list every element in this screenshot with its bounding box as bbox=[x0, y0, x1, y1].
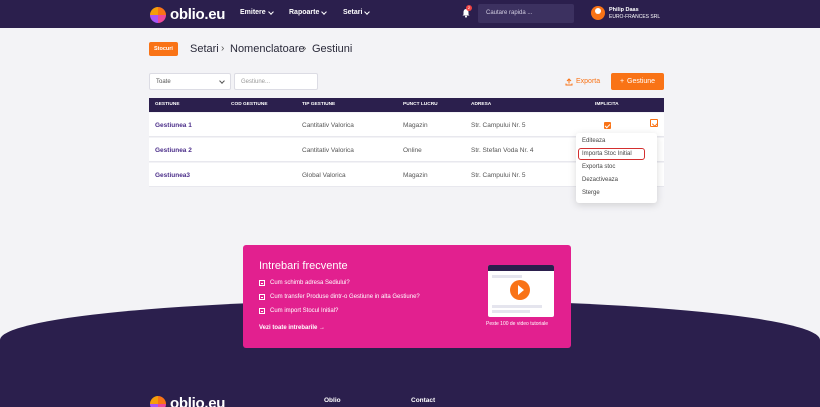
menu-item-dezactiveaza[interactable]: Dezactiveaza bbox=[582, 177, 618, 183]
gestiune-name-link[interactable]: Gestiunea3 bbox=[155, 172, 190, 179]
gestiune-search-input[interactable]: Gestiune... bbox=[234, 73, 318, 90]
arrow-right-icon: → bbox=[319, 325, 326, 331]
breadcrumb-separator: › bbox=[303, 43, 307, 54]
column-header-gestiune[interactable]: GESTIUNE bbox=[155, 102, 180, 107]
nav-rapoarte[interactable]: Rapoarte bbox=[289, 8, 328, 16]
video-tutorial-thumbnail[interactable] bbox=[488, 265, 554, 317]
faq-card: Intrebari frecvente Cum schimb adresa Se… bbox=[243, 245, 571, 348]
faq-question[interactable]: Cum schimb adresa Sediului? bbox=[259, 280, 350, 286]
expand-icon bbox=[259, 294, 265, 300]
gestiune-name-link[interactable]: Gestiunea 2 bbox=[155, 147, 192, 154]
menu-item-importa-stoc[interactable]: Importa Stoc Initial bbox=[582, 151, 632, 157]
row-actions-menu: Editeaza Importa Stoc Initial Exporta st… bbox=[576, 133, 657, 203]
add-gestiune-button[interactable]: + Gestiune bbox=[611, 73, 664, 90]
faq-see-all-label: Vezi toate intrebarile bbox=[259, 325, 318, 331]
faq-question[interactable]: Cum import Stocul Initial? bbox=[259, 308, 338, 314]
add-gestiune-label: Gestiune bbox=[627, 78, 656, 85]
faq-question[interactable]: Cum transfer Produse dintr-o Gestiune in… bbox=[259, 294, 420, 300]
faq-see-all-link[interactable]: Vezi toate intrebarile → bbox=[259, 325, 325, 331]
faq-title: Intrebari frecvente bbox=[259, 260, 348, 272]
menu-item-sterge[interactable]: Sterge bbox=[582, 190, 600, 196]
gestiune-adresa: Str. Stefan Voda Nr. 4 bbox=[471, 147, 534, 154]
breadcrumb-nomenclatoare[interactable]: Nomenclatoare bbox=[230, 42, 305, 56]
row-actions-toggle-icon[interactable] bbox=[650, 119, 658, 127]
footer-brand-name: oblio.eu bbox=[170, 395, 226, 407]
breadcrumb-separator: › bbox=[221, 43, 225, 54]
faq-question-text: Cum import Stocul Initial? bbox=[270, 308, 339, 314]
gestiune-type: Cantitativ Valorica bbox=[302, 122, 354, 129]
expand-icon bbox=[259, 308, 265, 314]
column-header-cod[interactable]: COD GESTIUNE bbox=[231, 102, 268, 107]
nav-emitere[interactable]: Emitere bbox=[240, 8, 274, 16]
chevron-down-icon bbox=[321, 8, 328, 15]
user-avatar[interactable] bbox=[591, 6, 605, 20]
faq-question-text: Cum schimb adresa Sediului? bbox=[270, 280, 350, 286]
breadcrumb-stocuri-badge[interactable]: Stocuri bbox=[149, 42, 178, 56]
menu-item-exporta-stoc[interactable]: Exporta stoc bbox=[582, 164, 615, 170]
breadcrumb-gestiuni: Gestiuni bbox=[312, 43, 353, 55]
menu-item-editeaza[interactable]: Editeaza bbox=[582, 138, 605, 144]
status-filter-value: Toate bbox=[156, 79, 171, 85]
quick-search-input[interactable]: Cautare rapida ... bbox=[478, 4, 574, 23]
video-thumbnail-line bbox=[492, 310, 530, 313]
upload-icon bbox=[565, 77, 573, 85]
video-thumbnail-header bbox=[488, 265, 554, 271]
nav-setari-label: Setari bbox=[343, 9, 363, 16]
column-header-punct[interactable]: PUNCT LUCRU bbox=[403, 102, 438, 107]
chevron-down-icon bbox=[219, 78, 225, 84]
export-button[interactable]: Exporta bbox=[565, 74, 600, 89]
expand-icon bbox=[259, 280, 265, 286]
logo-icon bbox=[150, 6, 166, 23]
nav-rapoarte-label: Rapoarte bbox=[289, 9, 320, 16]
notification-count-badge: 2 bbox=[466, 5, 472, 11]
gestiune-adresa: Str. Campului Nr. 5 bbox=[471, 172, 526, 179]
footer-logo[interactable]: oblio.eu bbox=[150, 395, 225, 407]
column-header-tip[interactable]: TIP GESTIUNE bbox=[302, 102, 335, 107]
play-icon[interactable] bbox=[510, 280, 530, 300]
logo-icon bbox=[150, 395, 166, 407]
top-navbar bbox=[0, 0, 820, 28]
status-filter-select[interactable]: Toate bbox=[149, 73, 231, 90]
implicita-check-icon bbox=[604, 122, 611, 129]
gestiune-name-link[interactable]: Gestiunea 1 bbox=[155, 122, 192, 129]
gestiune-punct: Online bbox=[403, 147, 422, 154]
user-company: EURO-FRANCES SRL bbox=[609, 14, 661, 20]
gestiune-adresa: Str. Campului Nr. 5 bbox=[471, 122, 526, 129]
table-header: GESTIUNE COD GESTIUNE TIP GESTIUNE PUNCT… bbox=[149, 98, 664, 112]
brand-name: oblio.eu bbox=[170, 6, 226, 23]
column-header-implicita[interactable]: IMPLICITA bbox=[595, 102, 619, 107]
export-label: Exporta bbox=[576, 78, 601, 85]
video-thumbnail-line bbox=[492, 275, 522, 278]
chevron-down-icon bbox=[364, 8, 371, 15]
footer-link-oblio[interactable]: Oblio bbox=[324, 397, 341, 404]
plus-icon: + bbox=[619, 78, 625, 85]
video-thumbnail-line bbox=[492, 305, 542, 308]
gestiune-punct: Magazin bbox=[403, 172, 428, 179]
gestiune-type: Cantitativ Valorica bbox=[302, 147, 354, 154]
footer-link-contact[interactable]: Contact bbox=[411, 397, 435, 404]
nav-emitere-label: Emitere bbox=[240, 9, 266, 16]
gestiune-punct: Magazin bbox=[403, 122, 428, 129]
column-header-adresa[interactable]: ADRESA bbox=[471, 102, 491, 107]
chevron-down-icon bbox=[267, 8, 274, 15]
breadcrumb-setari[interactable]: Setari bbox=[190, 42, 219, 56]
nav-setari[interactable]: Setari bbox=[343, 8, 371, 16]
brand-logo[interactable]: oblio.eu bbox=[150, 6, 225, 23]
faq-question-text: Cum transfer Produse dintr-o Gestiune in… bbox=[270, 294, 420, 300]
user-name[interactable]: Philip Daas bbox=[609, 7, 639, 13]
video-caption: Peste 100 de video tutoriale bbox=[486, 321, 548, 327]
gestiune-type: Global Valorica bbox=[302, 172, 346, 179]
